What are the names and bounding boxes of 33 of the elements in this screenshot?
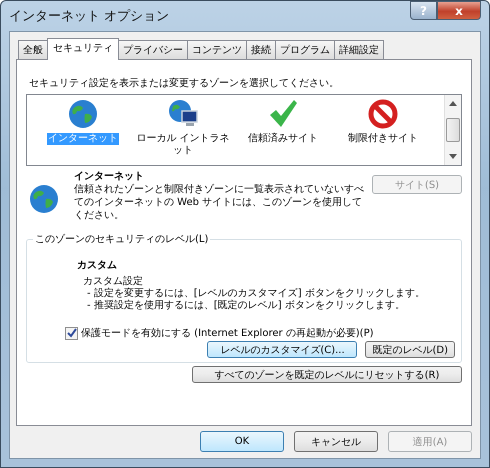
level-button[interactable]: レベルのカスタマイズ(C)... bbox=[207, 341, 358, 358]
tab[interactable]: セキュリティ bbox=[47, 38, 119, 60]
window-title: インターネット オプション bbox=[9, 8, 170, 25]
zone-prompt: セキュリティ設定を表示または変更するゾーンを選択してください。 bbox=[29, 76, 340, 90]
close-button[interactable]: x bbox=[437, 1, 481, 20]
tab[interactable]: プライバシー bbox=[118, 40, 188, 59]
zone-description: 信頼されたゾーンと制限付きゾーンに一覧表示されていないすべてのインターネットの Web サイトには、このゾーンを使用してください。 bbox=[74, 183, 364, 222]
level-note: - 推奨設定を使用するには、[既定のレベル] ボタンをクリックします。 bbox=[87, 300, 406, 312]
tab[interactable]: 全般 bbox=[18, 40, 48, 59]
zone-title: インターネット bbox=[74, 170, 145, 183]
dialog-button[interactable]: OK bbox=[200, 431, 284, 452]
checkbox-label: 保護モードを有効にする (Internet Explorer の再起動が必要)(P) bbox=[81, 326, 374, 340]
level-description: カスタム設定 bbox=[83, 276, 144, 288]
prohibited-icon bbox=[367, 98, 399, 130]
globe-icon bbox=[28, 183, 60, 215]
level-button[interactable]: 既定のレベル(D) bbox=[365, 341, 455, 358]
scroll-down-icon[interactable] bbox=[449, 154, 457, 159]
zone-item[interactable]: ローカル イントラネット bbox=[134, 133, 232, 157]
tab[interactable]: 接続 bbox=[246, 40, 276, 59]
zone-item[interactable]: 制限付きサイト bbox=[347, 133, 419, 145]
level-note: - 設定を変更するには、[レベルのカスタマイズ] ボタンをクリックします。 bbox=[87, 288, 426, 300]
level-name: カスタム bbox=[77, 259, 118, 272]
tab[interactable]: 詳細設定 bbox=[334, 40, 384, 59]
checkbox[interactable] bbox=[65, 326, 78, 340]
globe-icon bbox=[67, 98, 99, 130]
group-legend: このゾーンのセキュリティのレベル(L) bbox=[33, 232, 210, 246]
scrollbar[interactable] bbox=[444, 95, 461, 165]
reset-button[interactable]: すべてのゾーンを既定のレベルにリセットする(R) bbox=[192, 366, 462, 383]
tab[interactable]: プログラム bbox=[275, 40, 335, 59]
tab[interactable]: コンテンツ bbox=[187, 40, 247, 59]
zone-item[interactable]: 信頼済みサイト bbox=[247, 133, 319, 145]
dialog-button[interactable]: キャンセル bbox=[294, 431, 378, 452]
scroll-up-icon[interactable] bbox=[449, 101, 457, 106]
